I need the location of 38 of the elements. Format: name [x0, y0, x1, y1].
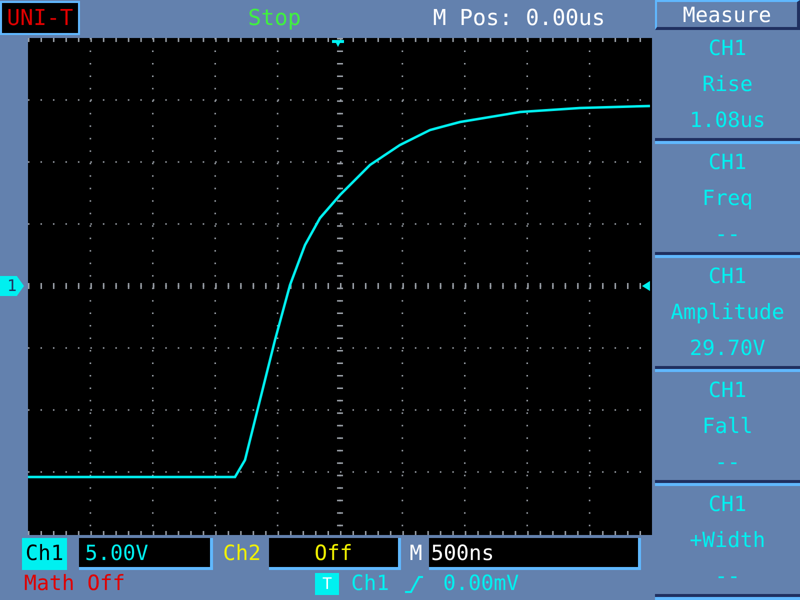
measure-type: Rise [702, 71, 753, 98]
measure-channel: CH1 [708, 263, 746, 290]
brand-logo: UNI-T [0, 1, 80, 35]
measure-channel: CH1 [708, 377, 746, 404]
measure-value: -- [714, 221, 740, 248]
trigger-level: 0.00mV [443, 570, 519, 598]
timebase-label: M [408, 540, 424, 568]
measure-type: Amplitude [670, 299, 784, 326]
measure-type: Fall [702, 413, 753, 440]
trigger-source: Ch1 [351, 570, 390, 598]
measure-type: Freq [702, 185, 753, 212]
scale-display: 5.00V [79, 538, 213, 570]
trigger-position-marker-icon[interactable] [332, 40, 344, 47]
channel-marker[interactable]: 1 [0, 276, 24, 296]
measure-value: 1.08us [690, 107, 766, 134]
measure-value: 29.70V [690, 335, 766, 362]
measure-channel: CH1 [708, 491, 746, 518]
measure-channel: CH1 [708, 149, 746, 176]
measure-menu-item[interactable]: CH1 Fall -- [655, 372, 800, 483]
run-state: Stop [248, 4, 301, 32]
trigger-level-marker-icon[interactable] [642, 281, 650, 291]
horizontal-position: M Pos: 0.00us [432, 4, 606, 32]
measure-value: -- [714, 449, 740, 476]
measure-menu-item[interactable]: CH1 Freq -- [655, 144, 800, 255]
channel-label[interactable]: Ch1 [22, 538, 67, 570]
timebase-display: 500ns [428, 538, 641, 570]
rising-edge-icon [403, 574, 424, 594]
measure-type: +Width [690, 527, 766, 554]
channel-label[interactable]: Ch2 [223, 538, 261, 570]
measure-channel: CH1 [708, 35, 746, 62]
math-status: Math Off [24, 570, 126, 598]
measure-menu-item[interactable]: CH1 +Width -- [655, 486, 800, 597]
trigger-badge: T [315, 573, 340, 595]
menu-title: Measure [655, 0, 800, 30]
measure-menu-item[interactable]: CH1 Amplitude 29.70V [655, 258, 800, 369]
scale-display: Off [268, 538, 401, 570]
measure-menu-item[interactable]: CH1 Rise 1.08us [655, 30, 800, 141]
measure-value: -- [714, 563, 740, 590]
